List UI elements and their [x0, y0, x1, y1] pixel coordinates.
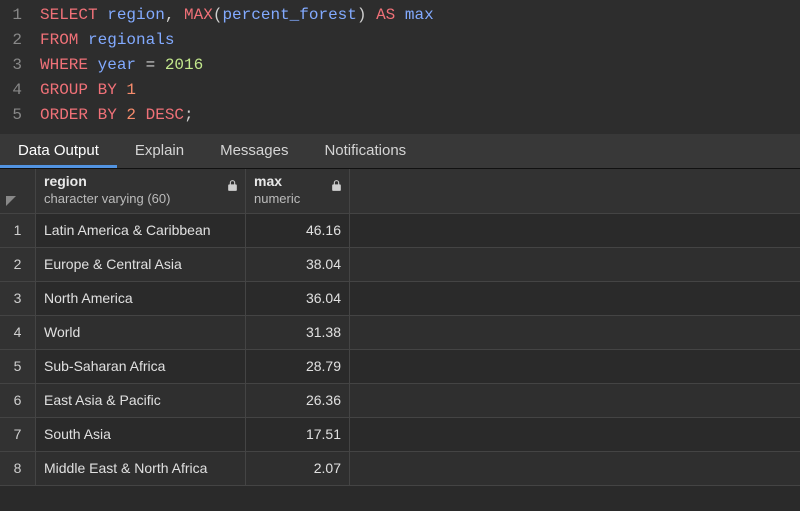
cell-max[interactable]: 2.07	[246, 452, 350, 485]
row-number[interactable]: 4	[0, 316, 36, 349]
column-header-region[interactable]: region character varying (60)	[36, 169, 246, 213]
column-name: region	[44, 173, 170, 191]
code-content[interactable]: SELECT region, MAX(percent_forest) AS ma…	[40, 3, 434, 28]
cell-region[interactable]: East Asia & Pacific	[36, 384, 246, 417]
line-number: 3	[0, 53, 40, 78]
tab-explain[interactable]: Explain	[117, 134, 202, 168]
tab-messages[interactable]: Messages	[202, 134, 306, 168]
code-line[interactable]: 4GROUP BY 1	[0, 78, 800, 103]
code-line[interactable]: 5ORDER BY 2 DESC;	[0, 103, 800, 128]
row-number[interactable]: 5	[0, 350, 36, 383]
lock-icon	[226, 179, 239, 192]
cell-region[interactable]: Latin America & Caribbean	[36, 214, 246, 247]
line-number: 5	[0, 103, 40, 128]
grid-header: region character varying (60) max numeri…	[0, 169, 800, 214]
cell-max[interactable]: 46.16	[246, 214, 350, 247]
cell-max[interactable]: 31.38	[246, 316, 350, 349]
code-line[interactable]: 3WHERE year = 2016	[0, 53, 800, 78]
row-number[interactable]: 2	[0, 248, 36, 281]
cell-region[interactable]: South Asia	[36, 418, 246, 451]
table-row[interactable]: 1Latin America & Caribbean46.16	[0, 214, 800, 248]
cell-max[interactable]: 17.51	[246, 418, 350, 451]
row-number[interactable]: 3	[0, 282, 36, 315]
line-number: 1	[0, 3, 40, 28]
column-name: max	[254, 173, 300, 191]
cell-max[interactable]: 36.04	[246, 282, 350, 315]
code-content[interactable]: FROM regionals	[40, 28, 174, 53]
column-type: numeric	[254, 191, 300, 207]
row-number[interactable]: 7	[0, 418, 36, 451]
cell-region[interactable]: Sub-Saharan Africa	[36, 350, 246, 383]
cell-region[interactable]: Middle East & North Africa	[36, 452, 246, 485]
cell-region[interactable]: North America	[36, 282, 246, 315]
code-content[interactable]: GROUP BY 1	[40, 78, 136, 103]
cell-region[interactable]: World	[36, 316, 246, 349]
table-row[interactable]: 2Europe & Central Asia38.04	[0, 248, 800, 282]
line-number: 2	[0, 28, 40, 53]
row-number[interactable]: 8	[0, 452, 36, 485]
result-tabs: Data Output Explain Messages Notificatio…	[0, 134, 800, 169]
line-number: 4	[0, 78, 40, 103]
table-row[interactable]: 5Sub-Saharan Africa28.79	[0, 350, 800, 384]
code-line[interactable]: 1SELECT region, MAX(percent_forest) AS m…	[0, 3, 800, 28]
table-row[interactable]: 4World31.38	[0, 316, 800, 350]
sort-icon	[6, 193, 16, 209]
table-row[interactable]: 8Middle East & North Africa2.07	[0, 452, 800, 486]
table-row[interactable]: 7South Asia17.51	[0, 418, 800, 452]
table-row[interactable]: 6East Asia & Pacific26.36	[0, 384, 800, 418]
row-number-header[interactable]	[0, 169, 36, 213]
cell-max[interactable]: 26.36	[246, 384, 350, 417]
grid-body: 1Latin America & Caribbean46.162Europe &…	[0, 214, 800, 486]
tab-notifications[interactable]: Notifications	[306, 134, 424, 168]
cell-max[interactable]: 38.04	[246, 248, 350, 281]
row-number[interactable]: 1	[0, 214, 36, 247]
row-number[interactable]: 6	[0, 384, 36, 417]
table-row[interactable]: 3North America36.04	[0, 282, 800, 316]
column-header-max[interactable]: max numeric	[246, 169, 350, 213]
cell-region[interactable]: Europe & Central Asia	[36, 248, 246, 281]
cell-max[interactable]: 28.79	[246, 350, 350, 383]
sql-editor[interactable]: 1SELECT region, MAX(percent_forest) AS m…	[0, 0, 800, 134]
results-grid: region character varying (60) max numeri…	[0, 169, 800, 486]
code-content[interactable]: WHERE year = 2016	[40, 53, 203, 78]
column-type: character varying (60)	[44, 191, 170, 207]
code-content[interactable]: ORDER BY 2 DESC;	[40, 103, 194, 128]
code-line[interactable]: 2FROM regionals	[0, 28, 800, 53]
lock-icon	[330, 179, 343, 192]
tab-data-output[interactable]: Data Output	[0, 134, 117, 168]
